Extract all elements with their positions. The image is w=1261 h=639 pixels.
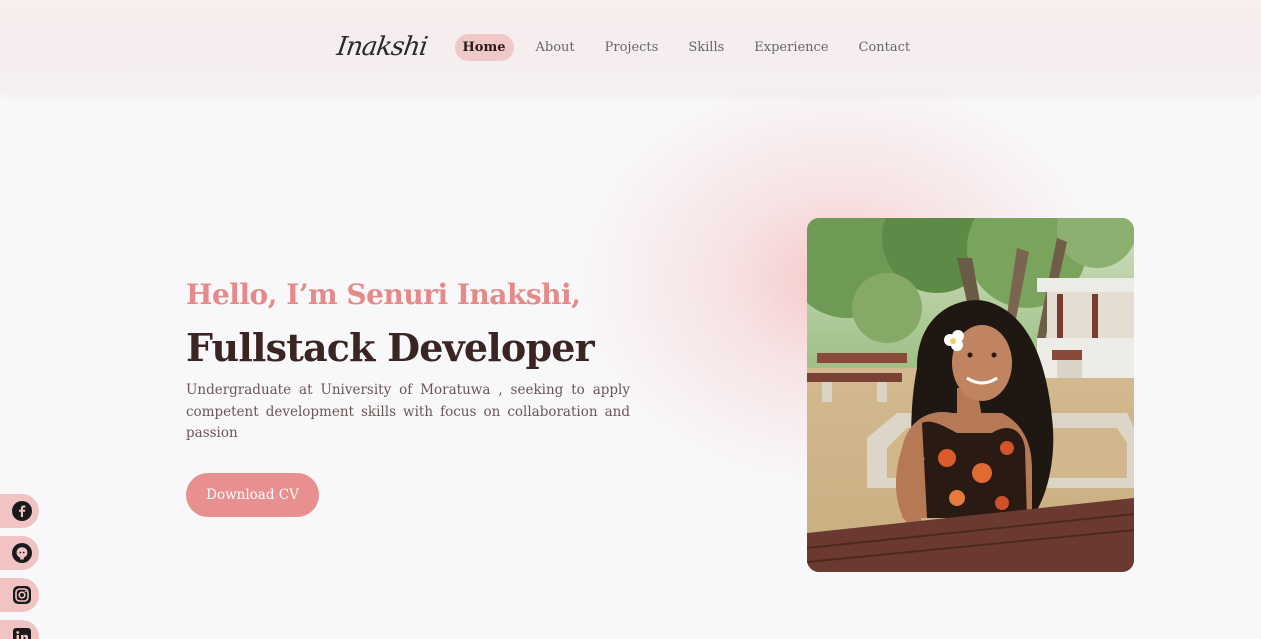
linkedin-icon [13, 628, 31, 639]
github-link[interactable] [0, 536, 39, 570]
site-header: Inakshi Home About Projects Skills Exper… [0, 0, 1261, 94]
profile-photo-illustration [807, 218, 1134, 572]
github-icon [12, 543, 32, 563]
linkedin-link[interactable] [0, 620, 39, 639]
social-links [0, 494, 39, 639]
nav-projects[interactable]: Projects [597, 34, 667, 61]
logo[interactable]: Inakshi [335, 32, 429, 62]
download-cv-button[interactable]: Download CV [186, 473, 319, 517]
main-nav: Home About Projects Skills Experience Co… [454, 33, 925, 61]
facebook-link[interactable] [0, 494, 39, 528]
instagram-link[interactable] [0, 578, 39, 612]
nav-home[interactable]: Home [454, 33, 514, 61]
nav-skills[interactable]: Skills [680, 34, 732, 61]
nav-experience[interactable]: Experience [746, 34, 836, 61]
nav-contact[interactable]: Contact [851, 34, 919, 61]
nav-about[interactable]: About [528, 34, 583, 61]
instagram-icon [13, 586, 31, 604]
profile-photo [807, 218, 1134, 572]
facebook-icon [12, 501, 32, 521]
hero-greeting: Hello, I’m Senuri Inakshi, [186, 278, 581, 311]
hero-description: Undergraduate at University of Moratuwa … [186, 382, 630, 441]
hero-role: Fullstack Developer [186, 325, 595, 370]
hero-text: Hello, I’m Senuri Inakshi, Fullstack Dev… [186, 278, 630, 445]
